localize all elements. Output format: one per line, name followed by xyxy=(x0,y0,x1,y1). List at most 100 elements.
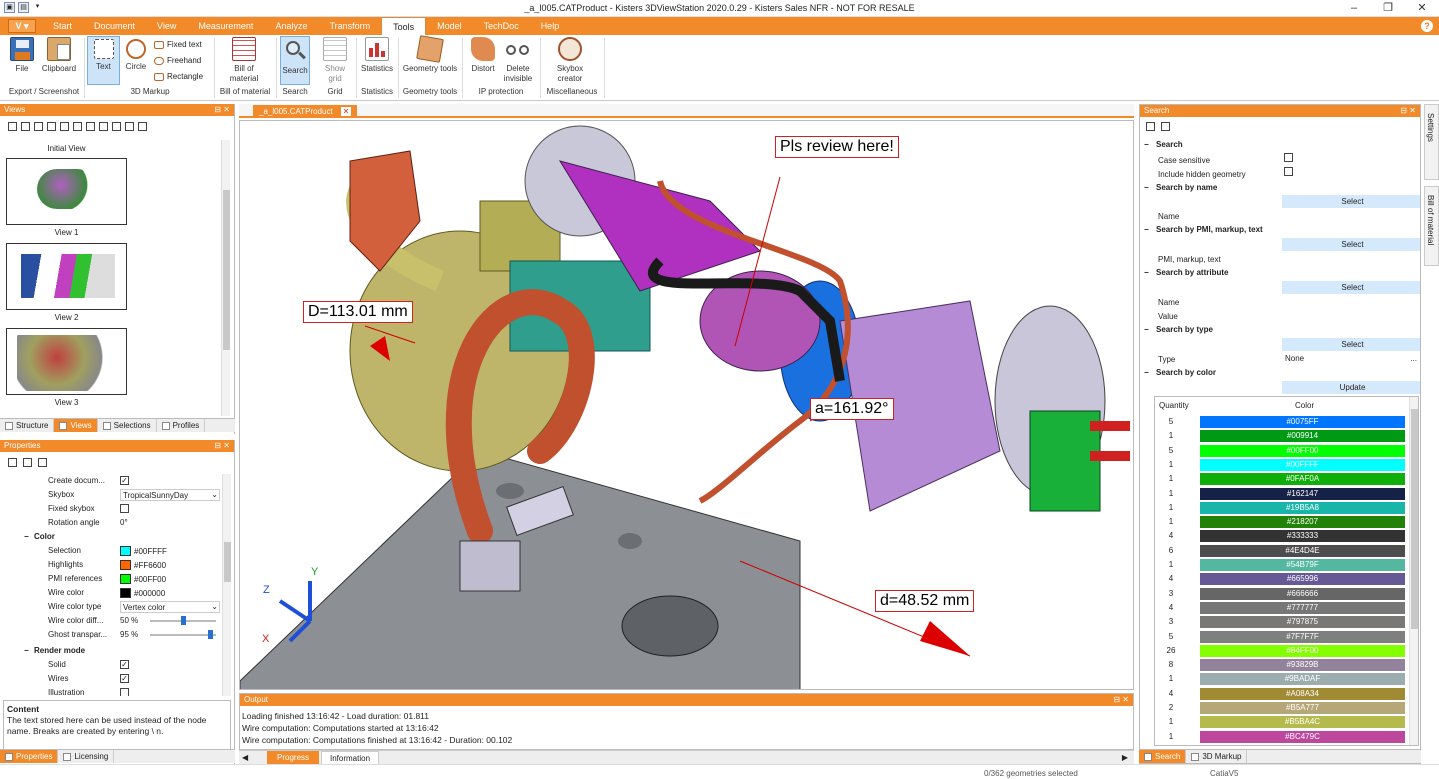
update-button[interactable]: Update xyxy=(1282,381,1420,394)
show-grid-button[interactable]: Show grid xyxy=(318,37,352,84)
filter-icon[interactable] xyxy=(38,458,47,467)
distance-callout[interactable]: d=48.52 mm xyxy=(875,590,975,612)
attr-name-input[interactable] xyxy=(1282,295,1420,308)
tab-selections[interactable]: Selections xyxy=(98,419,157,432)
wire-color-type-select[interactable]: Vertex color ⌄ xyxy=(120,601,220,613)
tab-progress[interactable]: Progress xyxy=(267,751,320,764)
color-group-header[interactable]: − Color xyxy=(24,532,55,541)
tab-licensing[interactable]: Licensing xyxy=(58,750,115,763)
search-section-header[interactable]: − Search xyxy=(1144,140,1183,149)
text-markup-button[interactable]: Text xyxy=(87,36,120,85)
pmi-input[interactable] xyxy=(1282,252,1420,265)
color-row[interactable]: 1 #218207 xyxy=(1156,515,1408,529)
expand-icon[interactable] xyxy=(1146,122,1155,131)
freehand-button[interactable]: Freehand xyxy=(154,56,201,65)
rotation-angle-value[interactable]: 0° xyxy=(120,518,128,527)
views-scrollbar[interactable] xyxy=(221,140,230,416)
side-tab-settings[interactable]: Settings xyxy=(1424,104,1439,180)
rectangle-button[interactable]: Rectangle xyxy=(154,72,203,81)
sort-icon[interactable] xyxy=(23,458,32,467)
search-by-attribute-header[interactable]: − Search by attribute xyxy=(1144,268,1228,277)
color-row[interactable]: 4 #333333 xyxy=(1156,529,1408,543)
select-button[interactable]: Select xyxy=(1282,238,1420,251)
color-row[interactable]: 3 #797875 xyxy=(1156,615,1408,629)
menu-transform[interactable]: Transform xyxy=(318,17,381,35)
search-by-pmi-header[interactable]: − Search by PMI, markup, text xyxy=(1144,225,1263,234)
color-row[interactable]: 3 #666666 xyxy=(1156,587,1408,601)
scroll-left-icon[interactable]: ◀ xyxy=(242,753,248,762)
menu-analyze[interactable]: Analyze xyxy=(264,17,318,35)
menu-techdoc[interactable]: TechDoc xyxy=(473,17,530,35)
tab-structure[interactable]: Structure xyxy=(0,419,55,432)
color-row[interactable]: 1 #B5BA4C xyxy=(1156,715,1408,729)
view-tool-icon[interactable] xyxy=(60,122,69,131)
color-row[interactable]: 26 #84FF00 xyxy=(1156,644,1408,658)
menu-document[interactable]: Document xyxy=(83,17,146,35)
color-swatch[interactable] xyxy=(120,574,131,584)
statistics-button[interactable]: Statistics xyxy=(358,37,396,74)
color-row[interactable]: 5 #7F7F7F xyxy=(1156,630,1408,644)
viewport-3d[interactable]: Pls review here! D=113.01 mm a=161.92° d… xyxy=(239,120,1134,690)
view-thumbnail[interactable] xyxy=(6,158,127,225)
tab-properties[interactable]: Properties xyxy=(0,750,59,763)
search-by-color-header[interactable]: − Search by color xyxy=(1144,368,1216,377)
tab-profiles[interactable]: Profiles xyxy=(157,419,206,432)
color-swatch[interactable] xyxy=(120,588,131,598)
attr-value-input[interactable] xyxy=(1282,309,1420,322)
restore-button[interactable]: ❐ xyxy=(1371,0,1405,17)
view-tool-icon[interactable] xyxy=(73,122,82,131)
case-sensitive-checkbox[interactable] xyxy=(1284,153,1293,162)
menu-model[interactable]: Model xyxy=(426,17,473,35)
color-row[interactable]: 1 #19B5A8 xyxy=(1156,501,1408,515)
view-thumbnail[interactable] xyxy=(6,243,127,310)
tab-3d-markup[interactable]: 3D Markup xyxy=(1186,750,1248,763)
delete-invisible-button[interactable]: Delete invisible xyxy=(500,37,536,84)
color-swatch[interactable] xyxy=(120,560,131,570)
geometry-tools-button[interactable]: Geometry tools xyxy=(402,35,458,74)
color-row[interactable]: 1 #54B79F xyxy=(1156,558,1408,572)
clipboard-button[interactable]: Clipboard xyxy=(38,37,80,74)
view-tool-icon[interactable] xyxy=(34,122,43,131)
tab-views[interactable]: Views xyxy=(54,419,98,432)
close-button[interactable]: ✕ xyxy=(1405,0,1439,17)
type-select[interactable]: None... xyxy=(1282,352,1420,365)
view-tool-icon[interactable] xyxy=(112,122,121,131)
color-row[interactable]: 4 #665996 xyxy=(1156,572,1408,586)
search-by-type-header[interactable]: − Search by type xyxy=(1144,325,1213,334)
view-tool-icon[interactable] xyxy=(21,122,30,131)
select-button[interactable]: Select xyxy=(1282,281,1420,294)
name-input[interactable] xyxy=(1282,209,1420,222)
select-button[interactable]: Select xyxy=(1282,195,1420,208)
include-hidden-checkbox[interactable] xyxy=(1284,167,1293,176)
color-swatch[interactable] xyxy=(120,546,131,556)
wire-diff-slider[interactable] xyxy=(150,616,216,625)
wires-checkbox[interactable]: ✓ xyxy=(120,674,129,683)
circle-markup-button[interactable]: Circle xyxy=(122,37,150,72)
render-group-header[interactable]: − Render mode xyxy=(24,646,85,655)
search-button[interactable]: Search xyxy=(280,36,310,85)
tab-search[interactable]: Search xyxy=(1139,750,1187,763)
color-row[interactable]: 6 #4E4D4E xyxy=(1156,544,1408,558)
menu-tools[interactable]: Tools xyxy=(381,17,427,35)
color-row[interactable]: 5 #0075FF xyxy=(1156,415,1408,429)
illustration-checkbox[interactable] xyxy=(120,688,129,696)
ghost-slider[interactable] xyxy=(150,630,216,639)
view-tool-icon[interactable] xyxy=(47,122,56,131)
side-tab-bill-of-material[interactable]: Bill of material xyxy=(1424,186,1439,266)
menu-start[interactable]: Start xyxy=(42,17,83,35)
bill-of-material-button[interactable]: Bill of material xyxy=(220,37,268,84)
categorized-icon[interactable] xyxy=(8,458,17,467)
view-thumbnail[interactable] xyxy=(6,328,127,395)
color-row[interactable]: 5 #00FF00 xyxy=(1156,444,1408,458)
scroll-right-icon[interactable]: ▶ xyxy=(1122,753,1128,762)
color-row[interactable]: 1 #009914 xyxy=(1156,429,1408,443)
select-button[interactable]: Select xyxy=(1282,338,1420,351)
menu-view[interactable]: View xyxy=(146,17,187,35)
view-tool-icon[interactable] xyxy=(8,122,17,131)
color-row[interactable]: 4 #A08A34 xyxy=(1156,687,1408,701)
angle-callout[interactable]: a=161.92° xyxy=(810,398,894,420)
skybox-creator-button[interactable]: Skybox creator xyxy=(548,37,592,84)
menu-help[interactable]: Help xyxy=(530,17,571,35)
color-row[interactable]: 8 #93829B xyxy=(1156,658,1408,672)
review-callout[interactable]: Pls review here! xyxy=(775,136,899,158)
